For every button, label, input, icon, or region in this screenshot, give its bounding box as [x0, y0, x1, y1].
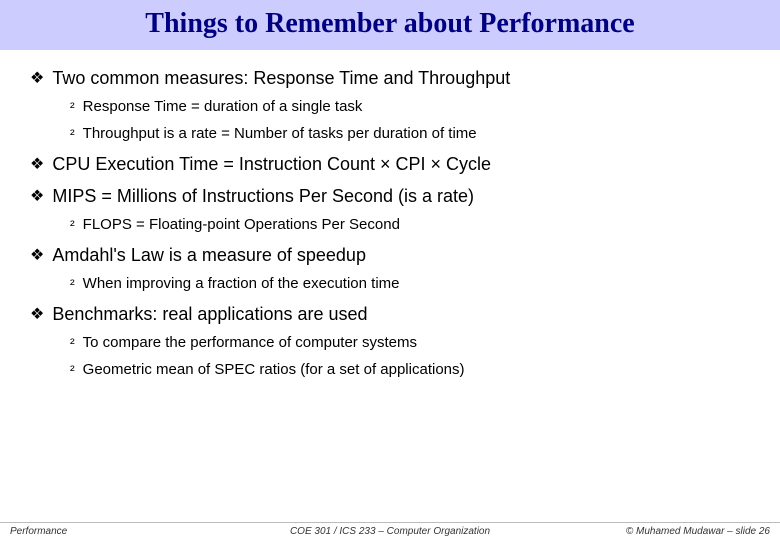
square-bullet-icon: ² — [70, 361, 75, 380]
diamond-bullet-icon: ❖ — [30, 245, 44, 267]
bullet-text: To compare the performance of computer s… — [83, 334, 417, 351]
square-bullet-icon: ² — [70, 125, 75, 144]
bullet-text: Two common measures: Response Time and T… — [52, 68, 510, 89]
diamond-bullet-icon: ❖ — [30, 186, 44, 208]
square-bullet-icon: ² — [70, 216, 75, 235]
bullet-level2: ² When improving a fraction of the execu… — [70, 275, 750, 294]
bullet-text: Response Time = duration of a single tas… — [83, 98, 363, 115]
bullet-level2: ² Response Time = duration of a single t… — [70, 98, 750, 117]
bullet-level1: ❖ MIPS = Millions of Instructions Per Se… — [30, 186, 750, 208]
slide-title: Things to Remember about Performance — [0, 8, 780, 40]
square-bullet-icon: ² — [70, 334, 75, 353]
bullet-level2: ² FLOPS = Floating-point Operations Per … — [70, 216, 750, 235]
bullet-text: MIPS = Millions of Instructions Per Seco… — [52, 186, 474, 207]
slide-footer: Performance COE 301 / ICS 233 – Computer… — [0, 522, 780, 540]
bullet-text: FLOPS = Floating-point Operations Per Se… — [83, 216, 400, 233]
bullet-level1: ❖ Two common measures: Response Time and… — [30, 68, 750, 90]
bullet-level2: ² To compare the performance of computer… — [70, 334, 750, 353]
diamond-bullet-icon: ❖ — [30, 154, 44, 176]
diamond-bullet-icon: ❖ — [30, 68, 44, 90]
diamond-bullet-icon: ❖ — [30, 304, 44, 326]
title-bar: Things to Remember about Performance — [0, 0, 780, 50]
bullet-level1: ❖ Benchmarks: real applications are used — [30, 304, 750, 326]
bullet-level1: ❖ CPU Execution Time = Instruction Count… — [30, 154, 750, 176]
square-bullet-icon: ² — [70, 275, 75, 294]
bullet-text: Benchmarks: real applications are used — [52, 304, 367, 325]
square-bullet-icon: ² — [70, 98, 75, 117]
slide-content: ❖ Two common measures: Response Time and… — [0, 50, 780, 380]
footer-center: COE 301 / ICS 233 – Computer Organizatio… — [263, 526, 516, 537]
bullet-text: Amdahl's Law is a measure of speedup — [52, 245, 366, 266]
bullet-text: Throughput is a rate = Number of tasks p… — [83, 125, 477, 142]
footer-left: Performance — [10, 526, 263, 537]
bullet-level2: ² Geometric mean of SPEC ratios (for a s… — [70, 361, 750, 380]
bullet-text: Geometric mean of SPEC ratios (for a set… — [83, 361, 465, 378]
bullet-text: When improving a fraction of the executi… — [83, 275, 400, 292]
bullet-level1: ❖ Amdahl's Law is a measure of speedup — [30, 245, 750, 267]
footer-right: © Muhamed Mudawar – slide 26 — [517, 526, 770, 537]
bullet-level2: ² Throughput is a rate = Number of tasks… — [70, 125, 750, 144]
bullet-text: CPU Execution Time = Instruction Count ×… — [52, 154, 491, 175]
